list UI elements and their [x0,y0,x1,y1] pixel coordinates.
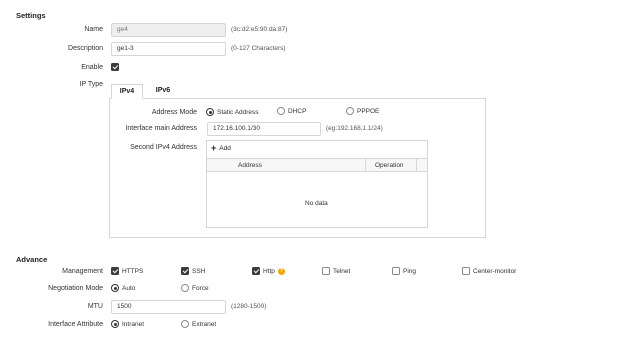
management-http[interactable]: Http ? [252,267,285,275]
second-address-table [206,140,428,228]
https-label: HTTPS [122,267,144,275]
ssh-label: SSH [192,267,206,275]
name-hint: (3c:d2:e5:90:da:87) [231,26,288,33]
column-address: Address [238,162,262,169]
add-button-label: Add [219,144,231,152]
name-label: Name [84,26,103,33]
telnet-checkbox[interactable] [322,267,330,275]
auto-radio[interactable] [111,284,119,292]
pppoe-radio[interactable] [346,107,354,115]
management-https[interactable]: HTTPS [111,267,143,275]
telnet-label: Telnet [333,267,351,275]
management-ping[interactable]: Ping [392,267,416,275]
empty-state-text: No data [305,200,328,207]
auto-label: Auto [122,284,136,292]
column-separator-end [416,159,417,172]
negotiation-force[interactable]: Force [181,284,209,292]
plus-icon: + [211,143,217,153]
help-icon[interactable]: ? [277,267,285,275]
description-label: Description [67,45,103,52]
pppoe-label: PPPOE [357,107,380,115]
center-monitor-label: Center-monitor [473,267,517,275]
intranet-radio[interactable] [111,320,119,328]
static-address-radio[interactable] [206,108,214,116]
main-address-hint: (eg:192.168.1.1/24) [326,125,383,132]
description-hint: (0-127 Characters) [231,45,286,52]
center-monitor-checkbox[interactable] [462,267,470,275]
attribute-extranet[interactable]: Extranet [181,320,216,328]
mode-static-option[interactable]: Static Address [206,108,259,116]
enable-checkbox[interactable] [111,63,119,71]
force-label: Force [192,284,209,292]
attribute-intranet[interactable]: Intranet [111,320,144,328]
management-label: Management [62,268,103,275]
column-separator [365,159,366,172]
name-field: ge4 [111,23,226,37]
management-telnet[interactable]: Telnet [322,267,350,275]
column-operation: Operation [375,162,404,169]
negotiation-label: Negotiation Mode [48,285,103,292]
negotiation-auto[interactable]: Auto [111,284,135,292]
extranet-label: Extranet [192,320,217,328]
tab-ipv4[interactable]: IPv4 [111,84,143,99]
intranet-label: Intranet [122,320,145,328]
mtu-field[interactable]: 1500 [111,300,226,314]
settings-section-title: Settings [16,11,46,20]
ip-type-label: IP Type [79,81,103,88]
management-center-monitor[interactable]: Center-monitor [462,267,516,275]
ssh-checkbox[interactable] [181,267,189,275]
management-ssh[interactable]: SSH [181,267,205,275]
static-address-label: Static Address [217,108,259,116]
interface-attribute-label: Interface Attribute [48,321,103,328]
add-button[interactable]: + Add [211,143,231,153]
ping-label: Ping [403,267,417,275]
force-radio[interactable] [181,284,189,292]
dhcp-radio[interactable] [277,107,285,115]
http-label: Http [263,267,275,275]
extranet-radio[interactable] [181,320,189,328]
mtu-hint: (1280-1500) [231,303,267,310]
main-address-field[interactable]: 172.16.100.1/30 [207,122,321,136]
enable-label: Enable [81,64,103,71]
http-checkbox[interactable] [252,267,260,275]
advance-section-title: Advance [16,255,48,264]
mode-pppoe-option[interactable]: PPPOE [346,107,379,115]
main-address-label: Interface main Address [125,125,197,132]
ping-checkbox[interactable] [392,267,400,275]
address-mode-label: Address Mode [151,109,197,116]
dhcp-label: DHCP [288,107,307,115]
tab-ipv6[interactable]: IPv6 [148,84,178,99]
mode-dhcp-option[interactable]: DHCP [277,107,306,115]
https-checkbox[interactable] [111,267,119,275]
description-field[interactable]: ge1-3 [111,42,226,56]
mtu-label: MTU [87,303,103,310]
second-address-label: Second IPv4 Address [130,144,197,151]
